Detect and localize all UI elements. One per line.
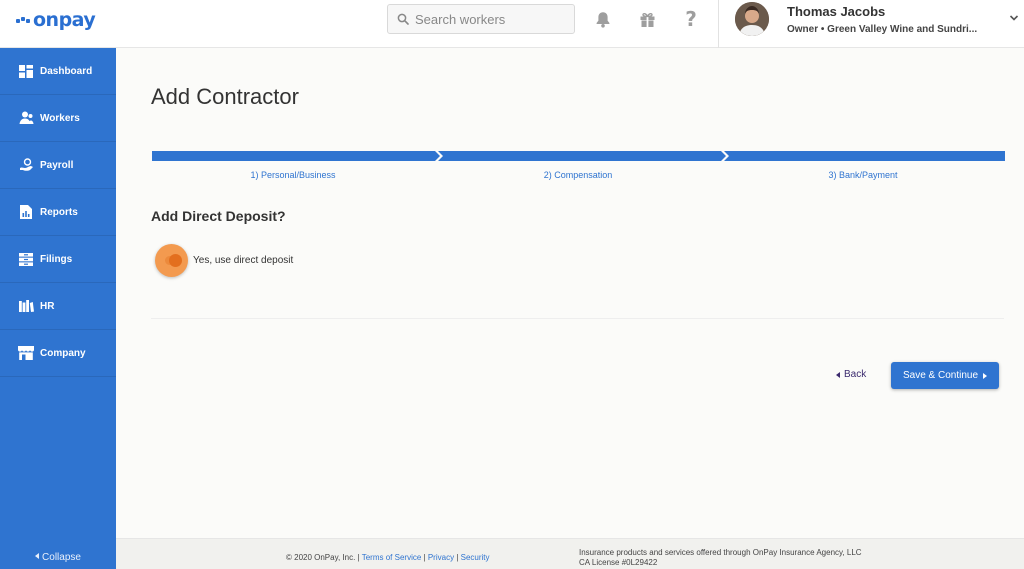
sidebar-item-reports[interactable]: Reports (0, 189, 116, 236)
search-input[interactable] (415, 11, 565, 27)
caret-left-icon (35, 553, 40, 559)
separator: | (423, 553, 426, 562)
workers-icon (18, 111, 34, 125)
caret-left-icon (836, 371, 840, 378)
dashboard-icon (18, 64, 34, 78)
collapse-button[interactable]: Collapse (0, 552, 116, 563)
step-segment-2 (438, 151, 726, 161)
footer: © 2020 OnPay, Inc. | Terms of Service | … (116, 538, 1024, 569)
sidebar-item-hr[interactable]: HR (0, 283, 116, 330)
sidebar-item-company[interactable]: Company (0, 330, 116, 377)
footer-links: © 2020 OnPay, Inc. | Terms of Service | … (286, 553, 490, 562)
separator: | (456, 553, 459, 562)
sidebar-item-label: Workers (40, 112, 80, 124)
sidebar-item-workers[interactable]: Workers (0, 95, 116, 142)
privacy-link[interactable]: Privacy (428, 553, 454, 562)
sidebar-item-payroll[interactable]: Payroll (0, 142, 116, 189)
filings-icon (18, 252, 34, 266)
sidebar: Dashboard Workers Payroll Reports Filing… (0, 48, 116, 569)
payroll-icon (18, 158, 34, 172)
onpay-logo[interactable]: onpay (16, 8, 96, 32)
save-continue-button[interactable]: Save & Continue (891, 362, 999, 389)
section-title: Add Direct Deposit? (151, 208, 286, 224)
sidebar-item-label: Dashboard (40, 65, 93, 77)
step-personal-business[interactable]: 1) Personal/Business (193, 170, 393, 180)
security-link[interactable]: Security (461, 553, 490, 562)
terms-of-service-link[interactable]: Terms of Service (362, 553, 422, 562)
avatar[interactable] (735, 2, 769, 36)
chevron-down-icon[interactable] (1009, 14, 1019, 22)
save-continue-label: Save & Continue (902, 370, 979, 381)
search-icon (397, 13, 409, 25)
step-compensation[interactable]: 2) Compensation (478, 170, 678, 180)
search-box[interactable] (387, 4, 575, 34)
sidebar-item-label: Company (40, 347, 86, 359)
logo-dots (16, 17, 31, 23)
insurance-line-1: Insurance products and services offered … (579, 548, 862, 557)
sidebar-item-label: Filings (40, 253, 73, 265)
collapse-label: Collapse (42, 552, 81, 563)
progress-steps-bar (152, 151, 1005, 161)
help-icon[interactable]: ? (681, 7, 701, 31)
caret-right-icon (983, 372, 988, 379)
user-name[interactable]: Thomas Jacobs (787, 4, 885, 19)
user-divider (718, 0, 719, 48)
sidebar-item-label: Payroll (40, 159, 74, 171)
back-button[interactable]: Back (836, 369, 866, 380)
reports-icon (18, 205, 34, 219)
sidebar-item-label: Reports (40, 206, 78, 218)
direct-deposit-toggle[interactable] (155, 244, 188, 277)
section-divider (151, 318, 1004, 319)
step-segment-1 (152, 151, 440, 161)
top-bar: onpay ? Thomas Jacobs Owner • Gr (0, 0, 1024, 48)
insurance-line-2: CA License #0L29422 (579, 558, 658, 567)
step-segment-3 (724, 151, 1005, 161)
bell-icon[interactable] (593, 9, 613, 29)
toggle-knob (169, 254, 182, 267)
gift-icon[interactable] (637, 9, 657, 29)
direct-deposit-label[interactable]: Yes, use direct deposit (193, 255, 293, 266)
back-label: Back (844, 369, 867, 380)
sidebar-item-dashboard[interactable]: Dashboard (0, 48, 116, 95)
sidebar-item-filings[interactable]: Filings (0, 236, 116, 283)
insurance-notice: Insurance products and services offered … (579, 548, 862, 568)
company-icon (18, 346, 34, 360)
sidebar-item-label: HR (40, 300, 55, 312)
user-role-company[interactable]: Owner • Green Valley Wine and Sundri... (787, 24, 977, 35)
hr-icon (18, 299, 34, 313)
page-title: Add Contractor (151, 84, 299, 109)
copyright-text: © 2020 OnPay, Inc. | (286, 553, 360, 562)
logo-text: onpay (33, 9, 96, 31)
step-bank-payment[interactable]: 3) Bank/Payment (763, 170, 963, 180)
